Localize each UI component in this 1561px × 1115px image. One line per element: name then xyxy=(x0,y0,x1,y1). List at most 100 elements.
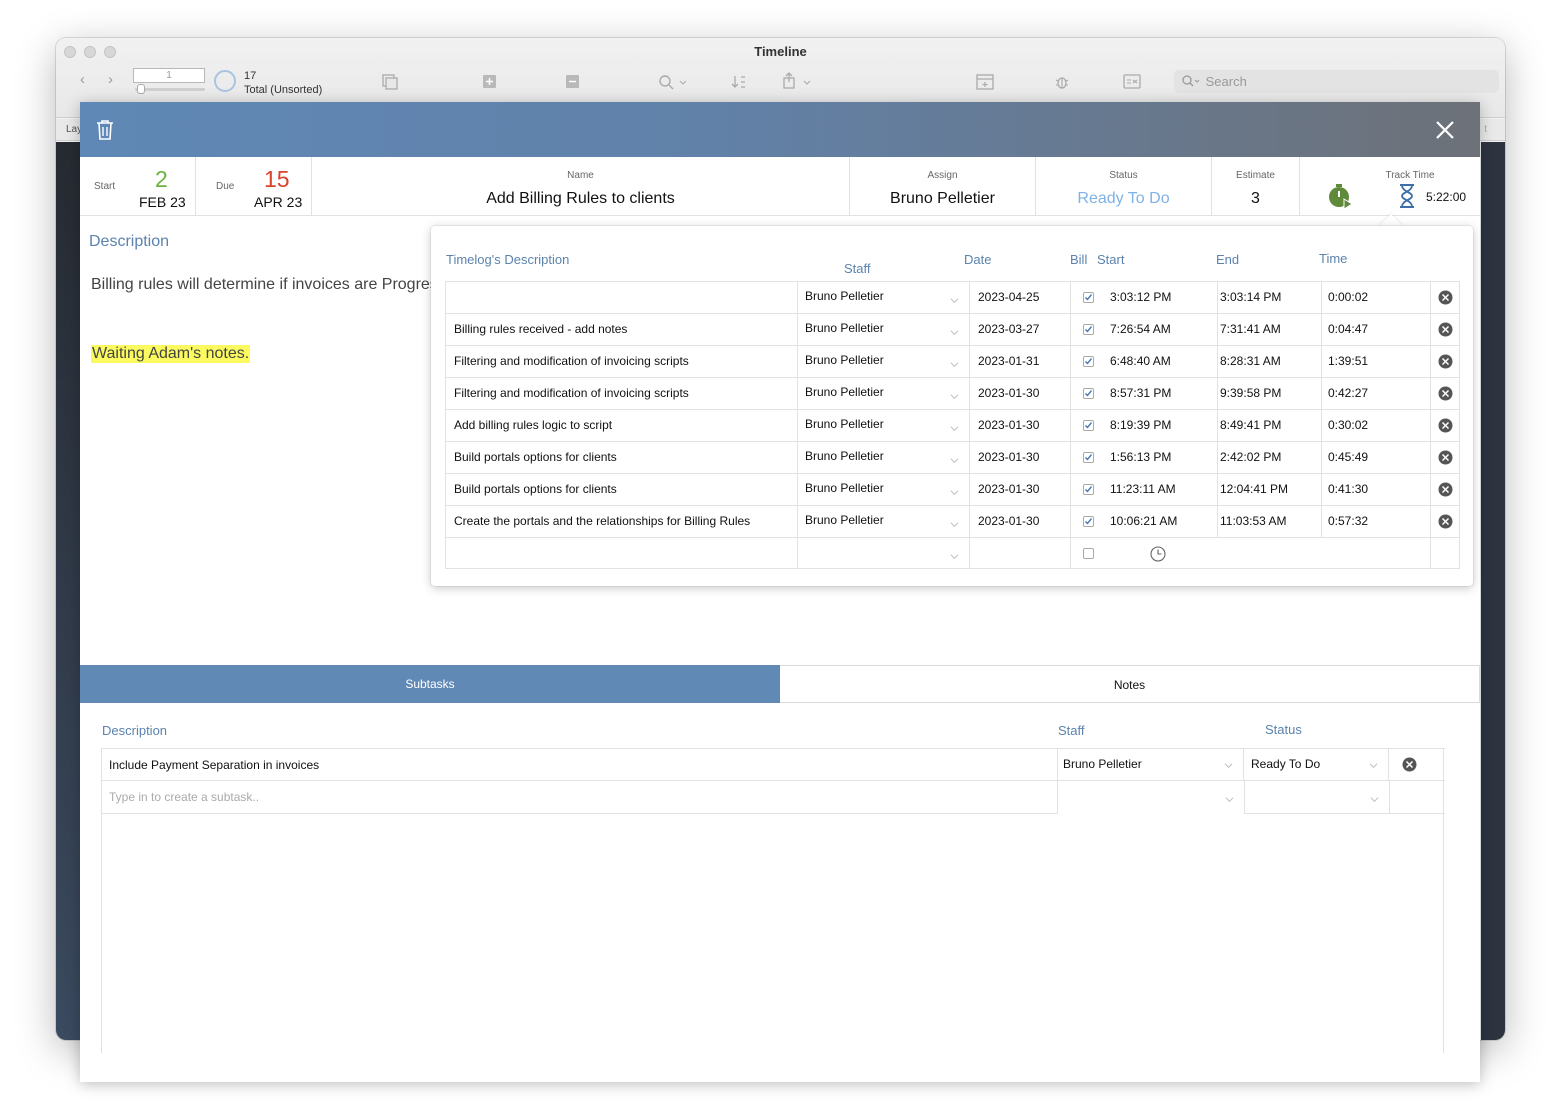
timelog-staff-dropdown[interactable]: Bruno Pelletier xyxy=(798,378,970,409)
new-subtask-status-dropdown[interactable] xyxy=(1245,781,1390,814)
timelog-delete-button[interactable] xyxy=(1431,378,1460,409)
timelog-description-cell[interactable]: Filtering and modification of invoicing … xyxy=(445,378,798,409)
description-text[interactable]: Billing rules will determine if invoices… xyxy=(91,276,446,294)
timelog-description-cell[interactable]: Build portals options for clients xyxy=(445,442,798,473)
timelog-description-cell[interactable]: Add billing rules logic to script xyxy=(445,410,798,441)
timelog-bill-checkbox[interactable] xyxy=(1083,506,1097,537)
timelog-end-cell[interactable]: 7:31:41 AM xyxy=(1218,314,1322,345)
record-number-field[interactable]: 1 xyxy=(133,68,205,83)
timelog-date-cell[interactable]: 2023-01-31 xyxy=(970,346,1071,377)
timelog-date-cell[interactable] xyxy=(970,538,1071,569)
timelog-delete-button[interactable] xyxy=(1431,506,1460,537)
back-arrow-icon[interactable]: ‹ xyxy=(80,71,85,88)
description-highlight-note[interactable]: Waiting Adam's notes. xyxy=(91,345,251,363)
timelog-start-cell[interactable]: 1:56:13 PM xyxy=(1110,442,1218,473)
timelog-end-cell[interactable]: 12:04:41 PM xyxy=(1218,474,1322,505)
assign-field[interactable]: Assign Bruno Pelletier xyxy=(850,157,1036,216)
timelog-start-cell[interactable]: 7:26:54 AM xyxy=(1110,314,1218,345)
timelog-staff-dropdown[interactable]: Bruno Pelletier xyxy=(798,346,970,377)
show-all-icon[interactable] xyxy=(382,74,399,91)
timelog-start-cell[interactable] xyxy=(1110,538,1218,569)
timelog-end-cell[interactable]: 8:49:41 PM xyxy=(1218,410,1322,441)
delete-record-icon[interactable] xyxy=(565,74,580,89)
debug-icon[interactable] xyxy=(1054,74,1070,90)
checkbox-icon xyxy=(1083,292,1094,303)
timelog-bill-checkbox[interactable] xyxy=(1083,346,1097,377)
timelog-end-cell[interactable]: 3:03:14 PM xyxy=(1218,282,1322,313)
status-field[interactable]: Status Ready To Do xyxy=(1036,157,1212,216)
estimate-field[interactable]: Estimate 3 xyxy=(1212,157,1300,216)
subtask-staff-dropdown[interactable]: Bruno Pelletier xyxy=(1058,749,1244,781)
timelog-bill-checkbox[interactable] xyxy=(1083,538,1097,569)
timelog-date-cell[interactable]: 2023-01-30 xyxy=(970,506,1071,537)
timelog-delete-button[interactable] xyxy=(1431,314,1460,345)
new-subtask-staff-dropdown[interactable] xyxy=(1156,781,1245,814)
timelog-date-cell[interactable]: 2023-01-30 xyxy=(970,410,1071,441)
task-name-field[interactable]: Name Add Billing Rules to clients xyxy=(312,157,850,216)
due-date-field[interactable]: Due 15 APR 23 xyxy=(196,157,312,216)
timelog-description-cell[interactable] xyxy=(445,538,798,569)
share-icon[interactable] xyxy=(782,72,812,90)
timelog-bill-checkbox[interactable] xyxy=(1083,442,1097,473)
timelog-bill-checkbox[interactable] xyxy=(1083,282,1097,313)
timelog-staff-dropdown[interactable]: Bruno Pelletier xyxy=(798,506,970,537)
timelog-end-cell[interactable]: 9:39:58 PM xyxy=(1218,378,1322,409)
timelog-start-cell[interactable]: 10:06:21 AM xyxy=(1110,506,1218,537)
clock-icon[interactable] xyxy=(1150,546,1166,562)
timelog-staff-dropdown[interactable]: Bruno Pelletier xyxy=(798,442,970,473)
close-icon[interactable] xyxy=(1434,119,1456,141)
timelog-description-cell[interactable] xyxy=(445,282,798,313)
timelog-start-cell[interactable]: 3:03:12 PM xyxy=(1110,282,1218,313)
subtask-delete-button[interactable] xyxy=(1402,757,1417,777)
timelog-start-cell[interactable]: 8:19:39 PM xyxy=(1110,410,1218,441)
timelog-end-cell[interactable]: 8:28:31 AM xyxy=(1218,346,1322,377)
timelog-delete-button[interactable] xyxy=(1431,282,1460,313)
sort-icon[interactable] xyxy=(731,74,747,90)
subtask-status-dropdown[interactable]: Ready To Do xyxy=(1244,749,1389,781)
timelog-date-cell[interactable]: 2023-03-27 xyxy=(970,314,1071,345)
timelog-bill-checkbox[interactable] xyxy=(1083,474,1097,505)
hourglass-icon[interactable] xyxy=(1398,183,1416,209)
timelog-bill-checkbox[interactable] xyxy=(1083,410,1097,441)
tab-notes[interactable]: Notes xyxy=(780,665,1480,703)
timelog-staff-dropdown[interactable]: Bruno Pelletier xyxy=(798,314,970,345)
timelog-bill-checkbox[interactable] xyxy=(1083,314,1097,345)
subtask-description[interactable]: Include Payment Separation in invoices xyxy=(102,749,1058,781)
new-subtask-input[interactable]: Type in to create a subtask.. xyxy=(102,781,259,813)
timelog-staff-dropdown[interactable]: Bruno Pelletier xyxy=(798,282,970,313)
preview-icon[interactable] xyxy=(976,74,994,90)
timelog-delete-button[interactable] xyxy=(1431,474,1460,505)
tab-subtasks[interactable]: Subtasks xyxy=(80,665,780,703)
timelog-date-cell[interactable]: 2023-01-30 xyxy=(970,378,1071,409)
timelog-staff-dropdown[interactable]: Bruno Pelletier xyxy=(798,410,970,441)
timelog-end-cell[interactable]: 11:03:53 AM xyxy=(1218,506,1322,537)
timelog-delete-button[interactable] xyxy=(1431,410,1460,441)
search-field[interactable]: Search xyxy=(1174,70,1499,93)
stopwatch-play-icon[interactable] xyxy=(1328,183,1354,209)
timelog-start-cell[interactable]: 6:48:40 AM xyxy=(1110,346,1218,377)
timelog-delete-button[interactable] xyxy=(1431,346,1460,377)
find-icon[interactable] xyxy=(658,74,686,90)
timelog-end-cell[interactable] xyxy=(1218,538,1322,569)
timelog-start-cell[interactable]: 11:23:11 AM xyxy=(1110,474,1218,505)
timelog-description-cell[interactable]: Create the portals and the relationships… xyxy=(445,506,798,537)
timelog-bill-checkbox[interactable] xyxy=(1083,378,1097,409)
trash-icon[interactable] xyxy=(95,119,115,141)
start-date-field[interactable]: Start 2 FEB 23 xyxy=(80,157,196,216)
timelog-description-cell[interactable]: Build portals options for clients xyxy=(445,474,798,505)
timelog-date-cell[interactable]: 2023-01-30 xyxy=(970,474,1071,505)
edit-layout-icon[interactable] xyxy=(1123,74,1141,89)
new-record-icon[interactable] xyxy=(482,74,497,89)
record-slider-knob[interactable] xyxy=(137,84,145,94)
timelog-date-cell[interactable]: 2023-04-25 xyxy=(970,282,1071,313)
timelog-date-cell[interactable]: 2023-01-30 xyxy=(970,442,1071,473)
timelog-staff-dropdown[interactable] xyxy=(798,538,970,569)
forward-arrow-icon[interactable]: › xyxy=(108,71,113,88)
timelog-description-cell[interactable]: Filtering and modification of invoicing … xyxy=(445,346,798,377)
timelog-delete-button[interactable] xyxy=(1431,442,1460,473)
timelog-end-cell[interactable]: 2:42:02 PM xyxy=(1218,442,1322,473)
timelog-start-cell[interactable]: 8:57:31 PM xyxy=(1110,378,1218,409)
timelog-description-cell[interactable]: Billing rules received - add notes xyxy=(445,314,798,345)
timelog-staff-dropdown[interactable]: Bruno Pelletier xyxy=(798,474,970,505)
record-slider[interactable] xyxy=(135,88,205,91)
